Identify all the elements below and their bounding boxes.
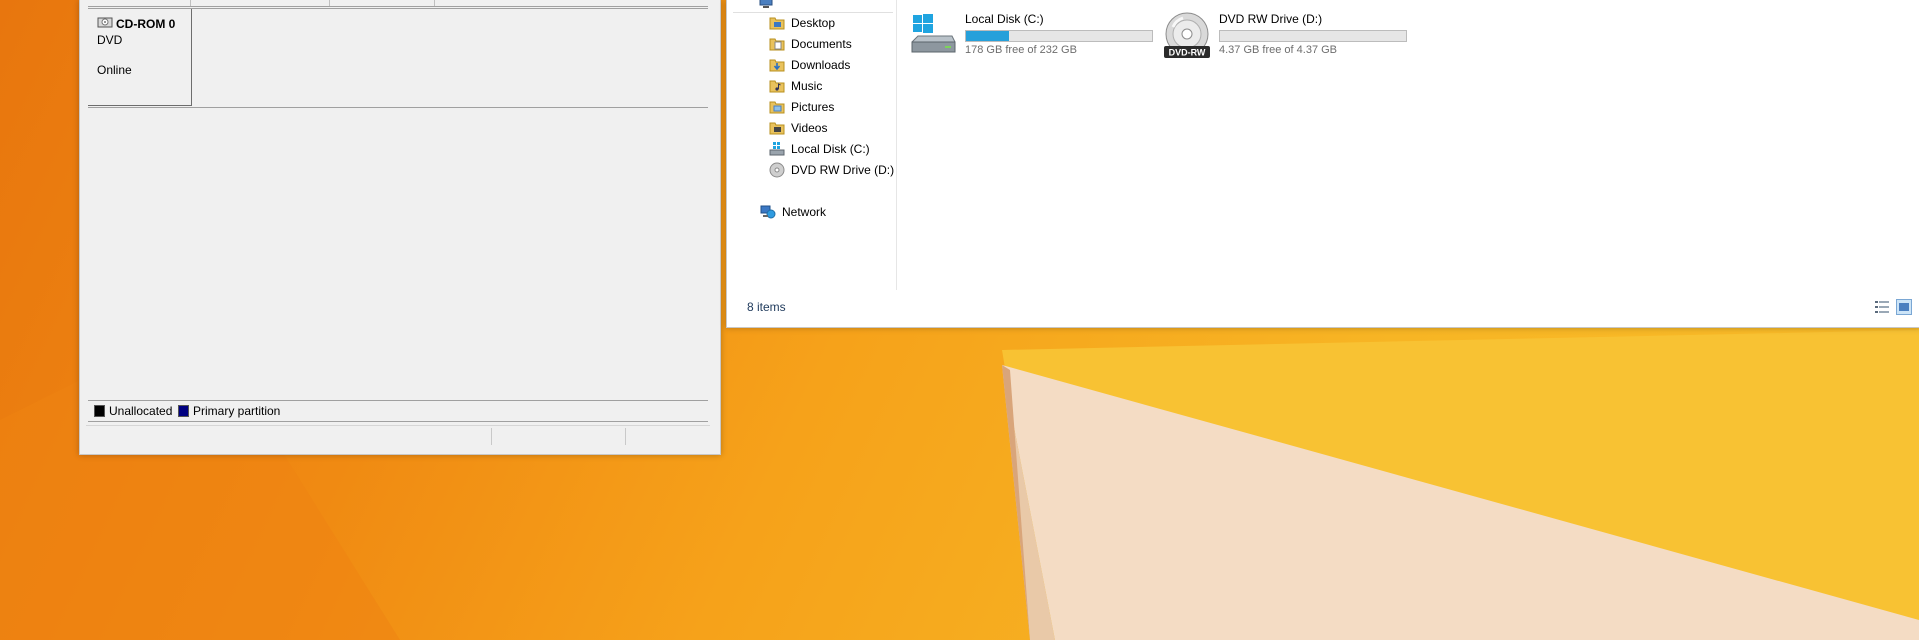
computer-icon [759,0,773,8]
disk-management-window: CD-ROM 0 DVD Online Unallocated Primary … [79,0,721,455]
legend-unallocated: Unallocated [94,404,172,418]
documents-folder-icon [769,38,785,51]
nav-item-pictures[interactable]: Pictures [769,97,834,117]
network-icon [760,205,776,219]
legend-label: Unallocated [109,404,173,418]
this-pc-nav-item[interactable] [733,0,893,13]
dvd-drive-icon [769,162,785,178]
drive-usage-fill [966,31,1010,41]
unallocated-swatch [94,405,105,417]
local-disk-icon [769,142,785,156]
disk-name: CD-ROM 0 [116,17,176,31]
nav-item-label: Downloads [791,58,851,72]
disk-type: DVD [97,33,123,47]
drive-usage-bar [965,30,1153,42]
nav-item-label: Network [782,205,827,219]
view-toggle-group [1874,299,1912,315]
volume-list-strip [88,0,708,7]
drive-usage-bar [1219,30,1407,42]
disk-label-panel[interactable]: CD-ROM 0 DVD Online [88,9,192,106]
nav-item-documents[interactable]: Documents [769,34,852,54]
pictures-folder-icon [769,101,785,114]
drive-name: Local Disk (C:) [965,12,1044,26]
nav-item-network[interactable]: Network [760,202,826,222]
legend-label: Primary partition [193,404,281,418]
file-explorer-window: Desktop Documents Downloads Music Pictur… [726,0,1919,328]
nav-item-label: Pictures [791,100,835,114]
dvd-rw-icon-text: DVD-RW [1169,48,1206,58]
nav-item-label: Desktop [791,16,836,30]
nav-item-label: Local Disk (C:) [791,142,870,156]
nav-item-label: Documents [791,37,852,51]
downloads-folder-icon [769,59,785,72]
nav-item-dvd-drive[interactable]: DVD RW Drive (D:) [769,160,894,180]
nav-item-label: Music [791,79,823,93]
nav-item-local-disk[interactable]: Local Disk (C:) [769,139,870,159]
drive-free-space: 178 GB free of 232 GB [965,44,1077,56]
music-folder-icon [769,80,785,93]
drive-tile-dvd[interactable]: DVD-RW DVD RW Drive (D:) 4.37 GB free of… [1163,10,1413,60]
disk-row-cdrom[interactable]: CD-ROM 0 DVD Online [88,8,708,108]
navigation-pane[interactable]: Desktop Documents Downloads Music Pictur… [733,0,897,290]
cdrom-icon [97,17,113,28]
drive-tile-local-disk[interactable]: Local Disk (C:) 178 GB free of 232 GB [909,10,1159,60]
desktop-folder-icon [769,17,785,30]
nav-item-videos[interactable]: Videos [769,118,827,138]
dvd-rw-icon: DVD-RW [1164,12,1210,58]
videos-folder-icon [769,122,785,135]
primary-partition-swatch [178,405,189,417]
item-count-status: 8 items [747,300,786,314]
partition-legend: Unallocated Primary partition [88,400,708,422]
details-view-icon[interactable] [1874,299,1890,315]
drive-name: DVD RW Drive (D:) [1219,12,1323,26]
status-bar [86,425,710,446]
legend-primary-partition: Primary partition [178,404,280,418]
nav-item-label: Videos [791,121,828,135]
nav-item-desktop[interactable]: Desktop [769,13,835,33]
drive-free-space: 4.37 GB free of 4.37 GB [1219,44,1338,56]
disk-status: Online [97,63,132,77]
large-icons-view-icon[interactable] [1896,299,1912,315]
nav-item-label: DVD RW Drive (D:) [791,163,895,177]
hard-disk-windows-icon [911,14,956,53]
nav-item-music[interactable]: Music [769,76,822,96]
nav-item-downloads[interactable]: Downloads [769,55,850,75]
